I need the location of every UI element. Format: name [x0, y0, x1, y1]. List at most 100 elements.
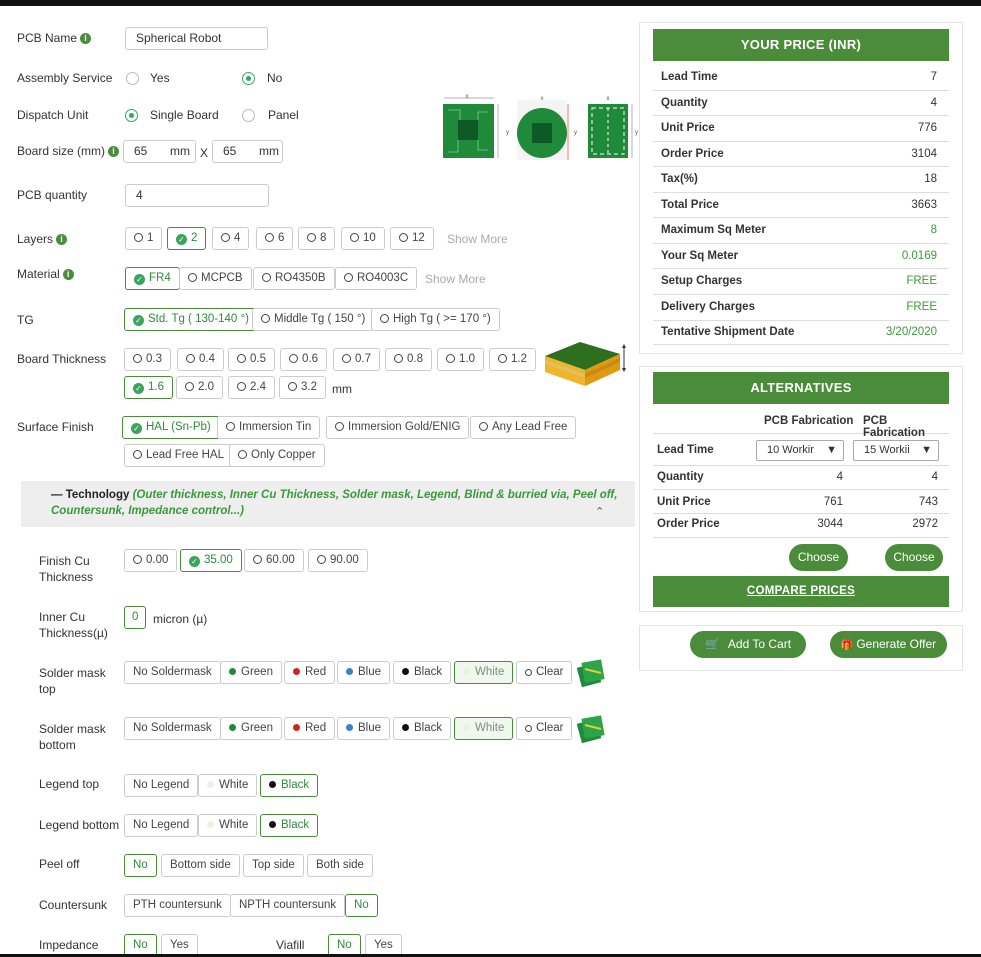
surface-option-any-lead-free[interactable]: Any Lead Free — [470, 416, 577, 439]
thickness-option[interactable]: 0.6 — [280, 348, 327, 371]
thickness-option[interactable]: 3.2 — [279, 376, 326, 399]
countersunk-npth[interactable]: NPTH countersunk — [230, 894, 346, 917]
board-height-input[interactable]: 65 mm — [212, 140, 283, 163]
thickness-option[interactable]: 0.3 — [124, 348, 171, 371]
surface-option-enig[interactable]: Immersion Gold/ENIG — [326, 416, 470, 439]
surface-option-only-copper[interactable]: Only Copper — [229, 444, 325, 467]
legend-bottom-label: Legend bottom — [39, 818, 120, 832]
finish-cu-option[interactable]: 60.00 — [244, 549, 304, 572]
size-x-label: X — [200, 146, 209, 160]
mask-bottom-black[interactable]: Black — [393, 717, 452, 740]
chevron-up-icon[interactable]: ⌃ — [595, 505, 604, 518]
countersunk-label: Countersunk — [39, 898, 108, 912]
material-option-ro4350b[interactable]: RO4350B — [253, 267, 335, 290]
legend-bottom-white[interactable]: White — [198, 814, 258, 837]
layer-option-1[interactable]: 1 — [125, 227, 163, 250]
finish-cu-option[interactable]: 0.00 — [124, 549, 178, 572]
mask-top-none[interactable]: No Soldermask — [124, 661, 221, 684]
mask-top-red[interactable]: Red — [284, 661, 336, 684]
mask-bottom-white[interactable]: White — [454, 717, 514, 740]
check-icon: ✓ — [131, 423, 142, 434]
layer-option-6[interactable]: 6 — [256, 227, 294, 250]
layer-option-4[interactable]: 4 — [212, 227, 250, 250]
thickness-option[interactable]: 0.7 — [333, 348, 380, 371]
dispatch-single-label: Single Board — [150, 108, 219, 122]
add-to-cart-button[interactable]: 🛒 Add To Cart — [690, 631, 806, 658]
layer-option-10[interactable]: 10 — [341, 227, 385, 250]
thickness-option[interactable]: 0.5 — [228, 348, 275, 371]
board-width-input[interactable]: 65 mm — [123, 140, 196, 163]
price-row-label: Order Price — [661, 148, 724, 160]
surface-option-hal[interactable]: ✓ HAL (Sn-Pb) — [122, 416, 220, 439]
assembly-yes-radio[interactable] — [126, 72, 139, 85]
svg-text:y: y — [635, 130, 638, 136]
alternatives-header-row: PCB Fabrication PCB Fabrication — [653, 410, 949, 439]
layer-option-12[interactable]: 12 — [390, 227, 434, 250]
choose-button-1[interactable]: Choose — [789, 544, 848, 571]
mask-bottom-green[interactable]: Green — [220, 717, 282, 740]
pcb-name-input[interactable]: Spherical Robot — [125, 27, 268, 50]
legend-bottom-none[interactable]: No Legend — [124, 814, 199, 837]
surface-option-tin[interactable]: Immersion Tin — [217, 416, 321, 439]
tg-option-high[interactable]: High Tg ( >= 170 °) — [371, 308, 500, 331]
alt-lead-select-1[interactable]: 10 Workir ▼ — [756, 440, 844, 461]
mask-bottom-clear[interactable]: Clear — [516, 717, 573, 740]
price-title: YOUR PRICE (INR) — [653, 29, 949, 61]
peel-option-no[interactable]: No — [124, 854, 157, 877]
dispatch-single-radio[interactable] — [125, 109, 138, 122]
countersunk-pth[interactable]: PTH countersunk — [124, 894, 231, 917]
material-option-ro4003c[interactable]: RO4003C — [335, 267, 418, 290]
compare-prices-button[interactable]: COMPARE PRICES — [653, 576, 949, 607]
price-row: Tentative Shipment Date 3/20/2020 — [653, 321, 949, 345]
material-option-mcpcb[interactable]: MCPCB — [179, 267, 252, 290]
tg-option-std[interactable]: ✓ Std. Tg ( 130-140 °) — [124, 308, 258, 331]
layer-option-2[interactable]: ✓ 2 — [167, 227, 207, 250]
mask-top-green[interactable]: Green — [220, 661, 282, 684]
legend-top-black[interactable]: Black — [260, 774, 319, 797]
thickness-option[interactable]: 2.0 — [176, 376, 223, 399]
thickness-option[interactable]: 0.8 — [385, 348, 432, 371]
peel-option-top[interactable]: Top side — [243, 854, 304, 877]
tg-option-middle[interactable]: Middle Tg ( 150 °) — [252, 308, 375, 331]
mask-top-white[interactable]: White — [454, 661, 514, 684]
mask-top-clear[interactable]: Clear — [516, 661, 573, 684]
thickness-option[interactable]: 1.0 — [437, 348, 484, 371]
peel-option-both[interactable]: Both side — [307, 854, 373, 877]
assembly-no-radio[interactable] — [242, 72, 255, 85]
finish-cu-option-selected[interactable]: ✓ 35.00 — [180, 549, 242, 572]
countersunk-no[interactable]: No — [345, 894, 378, 917]
mask-top-blue[interactable]: Blue — [337, 661, 391, 684]
price-row-value: 7 — [930, 71, 937, 83]
layer-option-8[interactable]: 8 — [298, 227, 336, 250]
mask-bottom-blue[interactable]: Blue — [337, 717, 391, 740]
info-icon[interactable]: i — [80, 33, 92, 45]
thickness-option[interactable]: 2.4 — [228, 376, 275, 399]
legend-bottom-black[interactable]: Black — [260, 814, 319, 837]
choose-button-2[interactable]: Choose — [885, 544, 943, 571]
technology-header[interactable]: — Technology (Outer thickness, Inner Cu … — [21, 481, 635, 527]
material-option-fr4[interactable]: ✓ FR4 — [125, 267, 180, 290]
finish-cu-option[interactable]: 90.00 — [308, 549, 368, 572]
info-icon[interactable]: i — [62, 269, 74, 281]
alt-lead-select-2[interactable]: 15 Workii ▼ — [853, 440, 939, 461]
cart-icon: 🛒 — [704, 637, 720, 651]
thickness-option[interactable]: 0.4 — [177, 348, 224, 371]
mask-bottom-red[interactable]: Red — [284, 717, 336, 740]
legend-top-white[interactable]: White — [198, 774, 258, 797]
material-show-more-link[interactable]: Show More — [425, 272, 486, 286]
info-icon[interactable]: i — [108, 146, 120, 158]
inner-cu-input[interactable]: 0 — [124, 606, 147, 629]
info-icon[interactable]: i — [56, 234, 68, 246]
surface-option-lead-free-hal[interactable]: Lead Free HAL — [124, 444, 233, 467]
peel-option-bottom[interactable]: Bottom side — [161, 854, 240, 877]
legend-top-none[interactable]: No Legend — [124, 774, 199, 797]
quantity-input[interactable]: 4 — [125, 184, 269, 207]
thickness-option-selected[interactable]: ✓ 1.6 — [124, 376, 173, 399]
price-row: Setup Charges FREE — [653, 269, 949, 295]
mask-top-black[interactable]: Black — [393, 661, 452, 684]
dispatch-panel-radio[interactable] — [242, 109, 255, 122]
layers-show-more-link[interactable]: Show More — [447, 232, 508, 246]
mask-bottom-none[interactable]: No Soldermask — [124, 717, 221, 740]
thickness-option[interactable]: 1.2 — [489, 348, 536, 371]
generate-offer-button[interactable]: 🎁 Generate Offer — [830, 631, 947, 658]
